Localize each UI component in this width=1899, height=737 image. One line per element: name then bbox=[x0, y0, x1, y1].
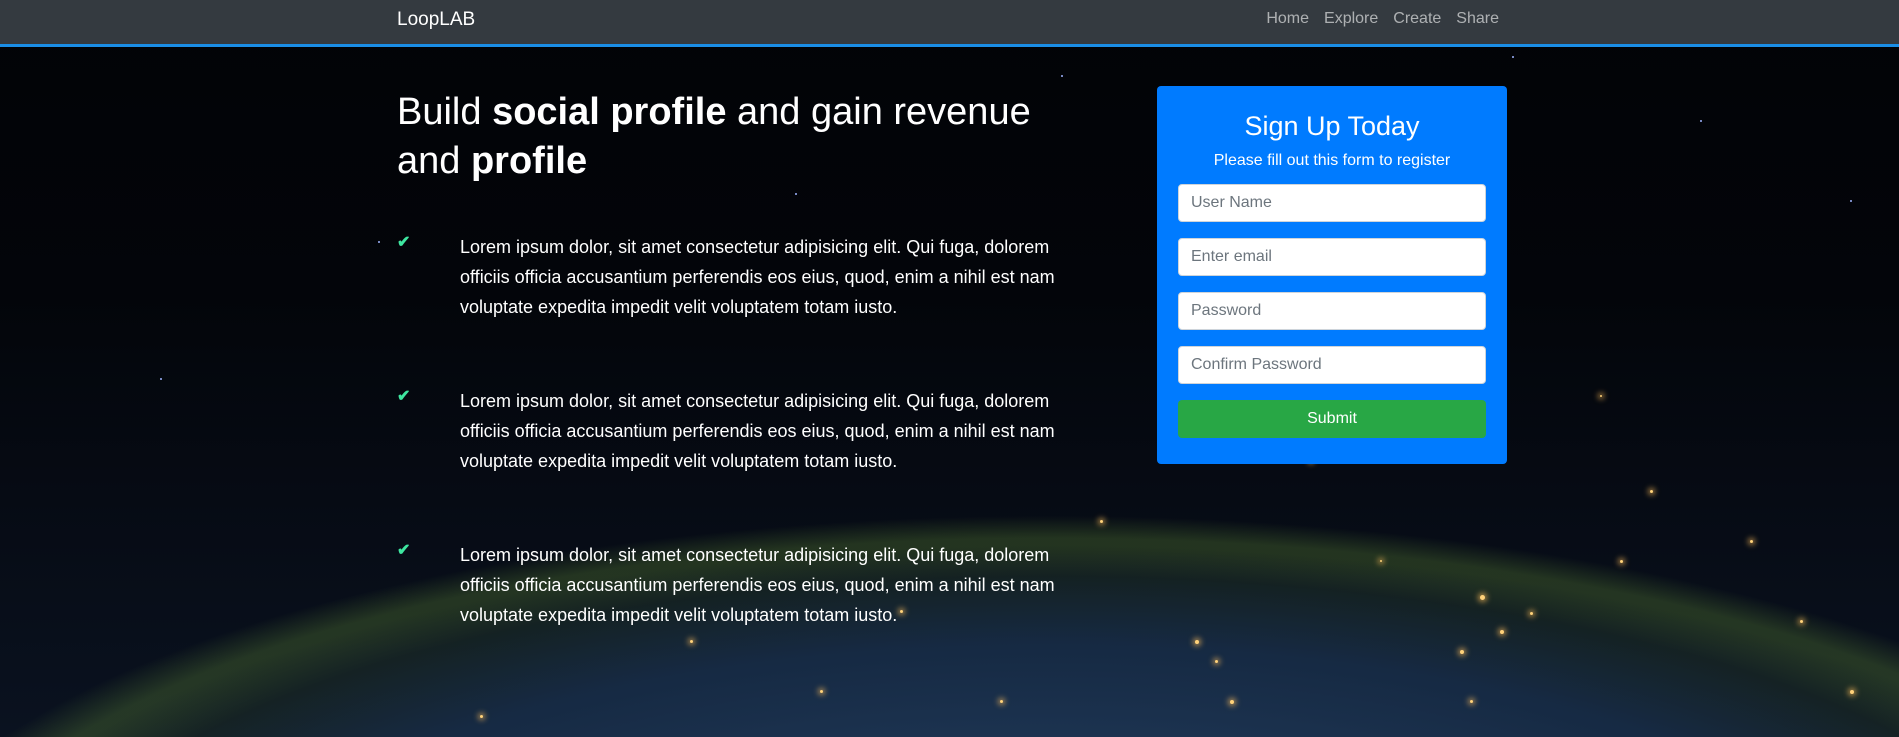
nav-link-share[interactable]: Share bbox=[1456, 10, 1499, 28]
feature-text: Lorem ipsum dolor, sit amet consectetur … bbox=[460, 391, 1055, 471]
hero-title-bold: profile bbox=[470, 140, 588, 182]
password-input[interactable] bbox=[1178, 292, 1486, 330]
feature-text: Lorem ipsum dolor, sit amet consectetur … bbox=[460, 545, 1055, 625]
nav-link-explore[interactable]: Explore bbox=[1324, 10, 1378, 28]
nav-link-create[interactable]: Create bbox=[1393, 10, 1441, 28]
username-input[interactable] bbox=[1178, 184, 1486, 222]
navbar: LoopLAB Home Explore Create Share bbox=[0, 0, 1899, 47]
feature-item: ✔ Lorem ipsum dolor, sit amet consectetu… bbox=[397, 386, 1097, 476]
confirm-password-input[interactable] bbox=[1178, 346, 1486, 384]
hero-title-text: Build bbox=[397, 91, 493, 133]
signup-subtitle: Please fill out this form to register bbox=[1213, 152, 1451, 169]
check-icon: ✔ bbox=[397, 388, 411, 405]
submit-button[interactable]: Submit bbox=[1178, 400, 1486, 438]
hero-title-bold: social profile bbox=[492, 91, 727, 133]
email-input[interactable] bbox=[1178, 238, 1486, 276]
brand-logo[interactable]: LoopLAB bbox=[397, 9, 475, 31]
hero-title: Build social profile and gain revenue an… bbox=[397, 88, 1097, 186]
feature-item: ✔ Lorem ipsum dolor, sit amet consectetu… bbox=[397, 232, 1097, 322]
nav-link-home[interactable]: Home bbox=[1266, 10, 1309, 28]
signup-title: Sign Up Today bbox=[1244, 111, 1420, 141]
nav-links: Home Explore Create Share bbox=[1266, 10, 1499, 28]
check-icon: ✔ bbox=[397, 234, 411, 251]
feature-text: Lorem ipsum dolor, sit amet consectetur … bbox=[460, 237, 1055, 317]
check-icon: ✔ bbox=[397, 542, 411, 559]
signup-card: Sign Up Today Please fill out this form … bbox=[1157, 86, 1507, 464]
feature-item: ✔ Lorem ipsum dolor, sit amet consectetu… bbox=[397, 540, 1097, 630]
